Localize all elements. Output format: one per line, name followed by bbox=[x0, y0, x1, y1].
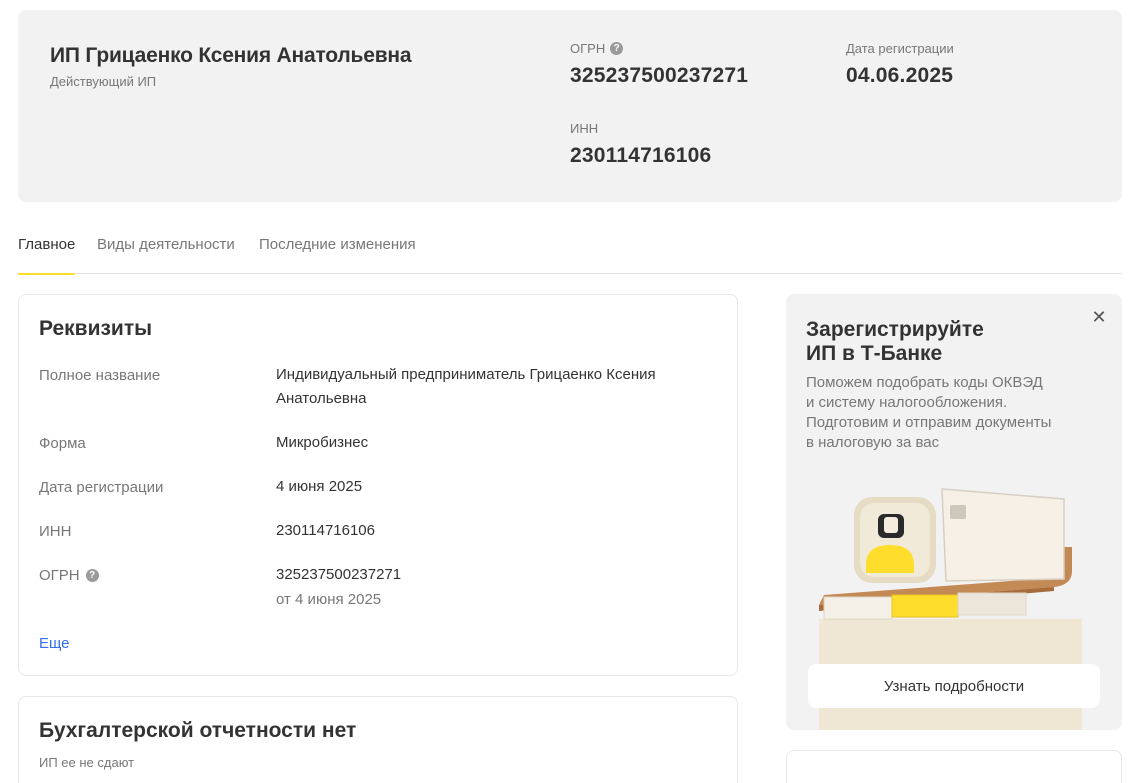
tab-recent-changes[interactable]: Последние изменения bbox=[259, 236, 416, 274]
ogrn-row-value: 325237500237271 bbox=[276, 566, 402, 583]
reg-date-label: Дата регистрации bbox=[846, 41, 954, 56]
accounting-title: Бухгалтерской отчетности нет bbox=[39, 719, 357, 742]
full-name-label: Полное название bbox=[39, 367, 161, 384]
reg-date-value: 04.06.2025 bbox=[846, 64, 954, 87]
form-label: Форма bbox=[39, 435, 86, 452]
bar-middle bbox=[891, 594, 959, 618]
close-icon[interactable]: ✕ bbox=[1090, 308, 1108, 326]
promo-text-line: Подготовим и отправим документы bbox=[806, 414, 1052, 431]
promo-title-line2: ИП в Т-Банке bbox=[806, 342, 943, 365]
card-shape bbox=[941, 488, 1065, 582]
company-header: ИП Грицаенко Ксения Анатольевна Действую… bbox=[18, 10, 1122, 202]
ogrn-row-date: от 4 июня 2025 bbox=[276, 591, 382, 608]
promo-banner: ✕ Зарегистрируйте ИП в Т-Банке Поможем п… bbox=[786, 294, 1122, 730]
bar-right bbox=[957, 592, 1027, 616]
full-name-line2: Анатольевна bbox=[276, 390, 367, 407]
full-name-line1: Индивидуальный предприниматель Грицаенко… bbox=[276, 366, 656, 383]
ogrn-row-label-group: ОГРН ? bbox=[39, 567, 99, 584]
more-link[interactable]: Еще bbox=[39, 635, 70, 652]
ogrn-label-group: ОГРН ? bbox=[570, 41, 624, 56]
promo-title: Зарегистрируйте ИП в Т-Банке bbox=[806, 318, 1046, 366]
reg-date-row-value: 4 июня 2025 bbox=[276, 478, 363, 495]
reg-date-row-label: Дата регистрации bbox=[39, 479, 164, 496]
requisites-card: Реквизиты Полное название Индивидуальный… bbox=[18, 294, 738, 676]
help-icon[interactable]: ? bbox=[85, 569, 99, 582]
ogrn-row-label: ОГРН bbox=[39, 567, 80, 584]
promo-text-line: в налоговую за вас bbox=[806, 434, 940, 451]
avatar-body bbox=[866, 545, 914, 573]
company-name: ИП Грицаенко Ксения Анатольевна bbox=[50, 44, 412, 67]
side-card bbox=[786, 750, 1122, 783]
ogrn-value: 325237500237271 bbox=[570, 64, 749, 87]
promo-text: Поможем подобрать коды ОКВЭД и систему н… bbox=[806, 373, 1086, 453]
company-status: Действующий ИП bbox=[50, 74, 157, 89]
inn-label: ИНН bbox=[570, 121, 599, 136]
inn-row-value: 230114716106 bbox=[276, 522, 375, 539]
promo-text-line: Поможем подобрать коды ОКВЭД bbox=[806, 374, 1043, 391]
card-chip bbox=[950, 505, 966, 519]
accounting-card: Бухгалтерской отчетности нет ИП ее не сд… bbox=[18, 696, 738, 783]
inn-row-label: ИНН bbox=[39, 523, 72, 540]
tab-activities[interactable]: Виды деятельности bbox=[97, 236, 235, 274]
inn-value: 230114716106 bbox=[570, 144, 712, 167]
learn-more-button[interactable]: Узнать подробности bbox=[808, 664, 1100, 708]
promo-title-line1: Зарегистрируйте bbox=[806, 318, 984, 341]
promo-text-line: и систему налогообложения. bbox=[806, 394, 1008, 411]
ogrn-label: ОГРН bbox=[570, 41, 606, 56]
help-icon[interactable]: ? bbox=[610, 42, 624, 55]
requisites-title: Реквизиты bbox=[39, 317, 153, 340]
bar-left bbox=[823, 596, 893, 620]
tab-bar: Главное Виды деятельности Последние изме… bbox=[18, 222, 1122, 275]
full-name-value: Индивидуальный предприниматель Грицаенко… bbox=[276, 363, 656, 411]
form-value: Микробизнес bbox=[276, 434, 369, 451]
accounting-note: ИП ее не сдают bbox=[39, 755, 135, 770]
tab-main[interactable]: Главное bbox=[18, 236, 76, 275]
